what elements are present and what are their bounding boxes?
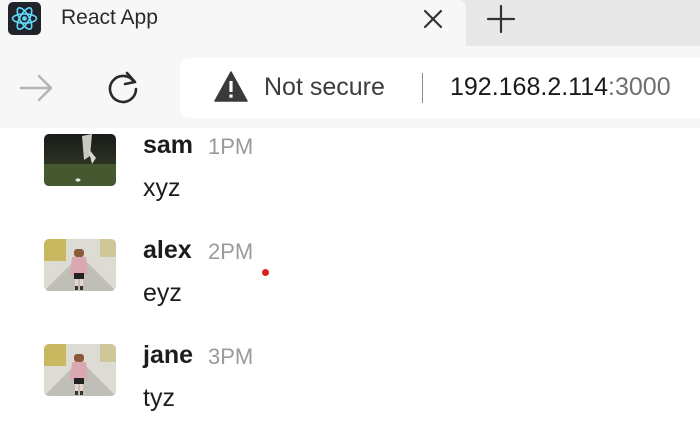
url-host: 192.168.2.114 [450, 73, 609, 101]
tab-strip: React App [0, 0, 700, 48]
address-bar-divider [422, 73, 423, 103]
message-text: tyz [143, 384, 175, 412]
address-bar[interactable]: Not secure 192.168.2.114:3000 [180, 58, 700, 118]
react-logo-icon [8, 2, 41, 35]
message-time: 2PM [208, 239, 254, 264]
url-port: :3000 [608, 73, 671, 101]
message-item: alex 2PM eyz [0, 233, 700, 333]
indicator-dot [262, 269, 269, 276]
browser-tab[interactable]: React App [0, 0, 466, 48]
reload-icon[interactable] [105, 70, 141, 106]
message-author: alex [143, 236, 192, 264]
warning-triangle-icon[interactable] [214, 71, 248, 103]
avatar [44, 344, 116, 396]
browser-toolbar: Not secure 192.168.2.114:3000 [0, 46, 700, 129]
message-item: sam 1PM xyz [0, 128, 700, 228]
close-icon[interactable] [420, 6, 446, 32]
message-time: 1PM [208, 134, 254, 159]
security-status-label[interactable]: Not secure [264, 73, 385, 102]
avatar [44, 239, 116, 291]
avatar [44, 134, 116, 186]
url-text[interactable]: 192.168.2.114:3000 [450, 73, 671, 102]
message-time: 3PM [208, 344, 254, 369]
message-list: sam 1PM xyz alex 2PM eyz jane 3PM tyz [0, 128, 700, 428]
message-item: jane 3PM tyz [0, 338, 700, 438]
tab-title: React App [61, 6, 158, 29]
plus-icon[interactable] [486, 4, 516, 34]
message-text: eyz [143, 279, 182, 307]
message-author: jane [143, 341, 194, 369]
arrow-right-icon[interactable] [18, 70, 54, 106]
message-text: xyz [143, 174, 181, 202]
message-author: sam [143, 131, 194, 159]
